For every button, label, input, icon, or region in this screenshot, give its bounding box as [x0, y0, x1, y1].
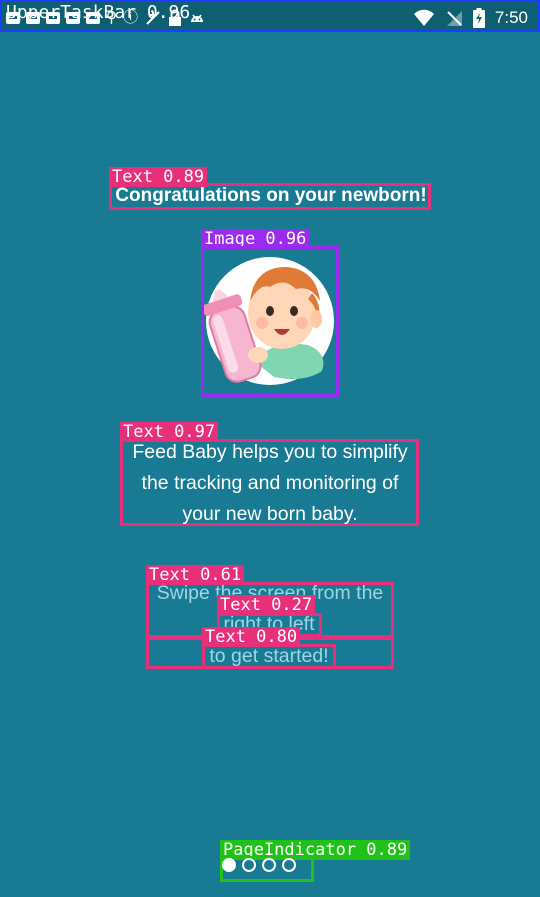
status-bar: ⚲ ⓘ 7:50 UpperTaskBar 0.96 [0, 0, 540, 32]
description-text: Feed Baby helps you to simplify the trac… [132, 441, 408, 525]
page-title: Congratulations on your newborn! [115, 185, 427, 206]
hint3-annotation-label: Text 0.80 [202, 627, 301, 647]
hint1-annotation-label: Text 0.61 [146, 565, 245, 585]
status-right-icons: 7:50 [413, 7, 528, 29]
page-dot-3[interactable] [262, 858, 276, 872]
page-dot-2[interactable] [242, 858, 256, 872]
page-dot-1[interactable] [222, 858, 236, 872]
wifi-icon [413, 9, 434, 26]
hint2-annotation-label: Text 0.27 [217, 595, 316, 615]
page-dot-4[interactable] [282, 858, 296, 872]
baby-with-bottle-icon [202, 257, 334, 385]
clock: 7:50 [494, 8, 528, 27]
hint3-annotation-box [202, 644, 336, 669]
no-signal-icon [446, 11, 462, 26]
baby-illustration [202, 249, 336, 395]
page-indicator[interactable] [222, 858, 296, 872]
taskbar-annotation-label: UpperTaskBar 0.96 [6, 2, 191, 23]
battery-icon [472, 8, 485, 28]
